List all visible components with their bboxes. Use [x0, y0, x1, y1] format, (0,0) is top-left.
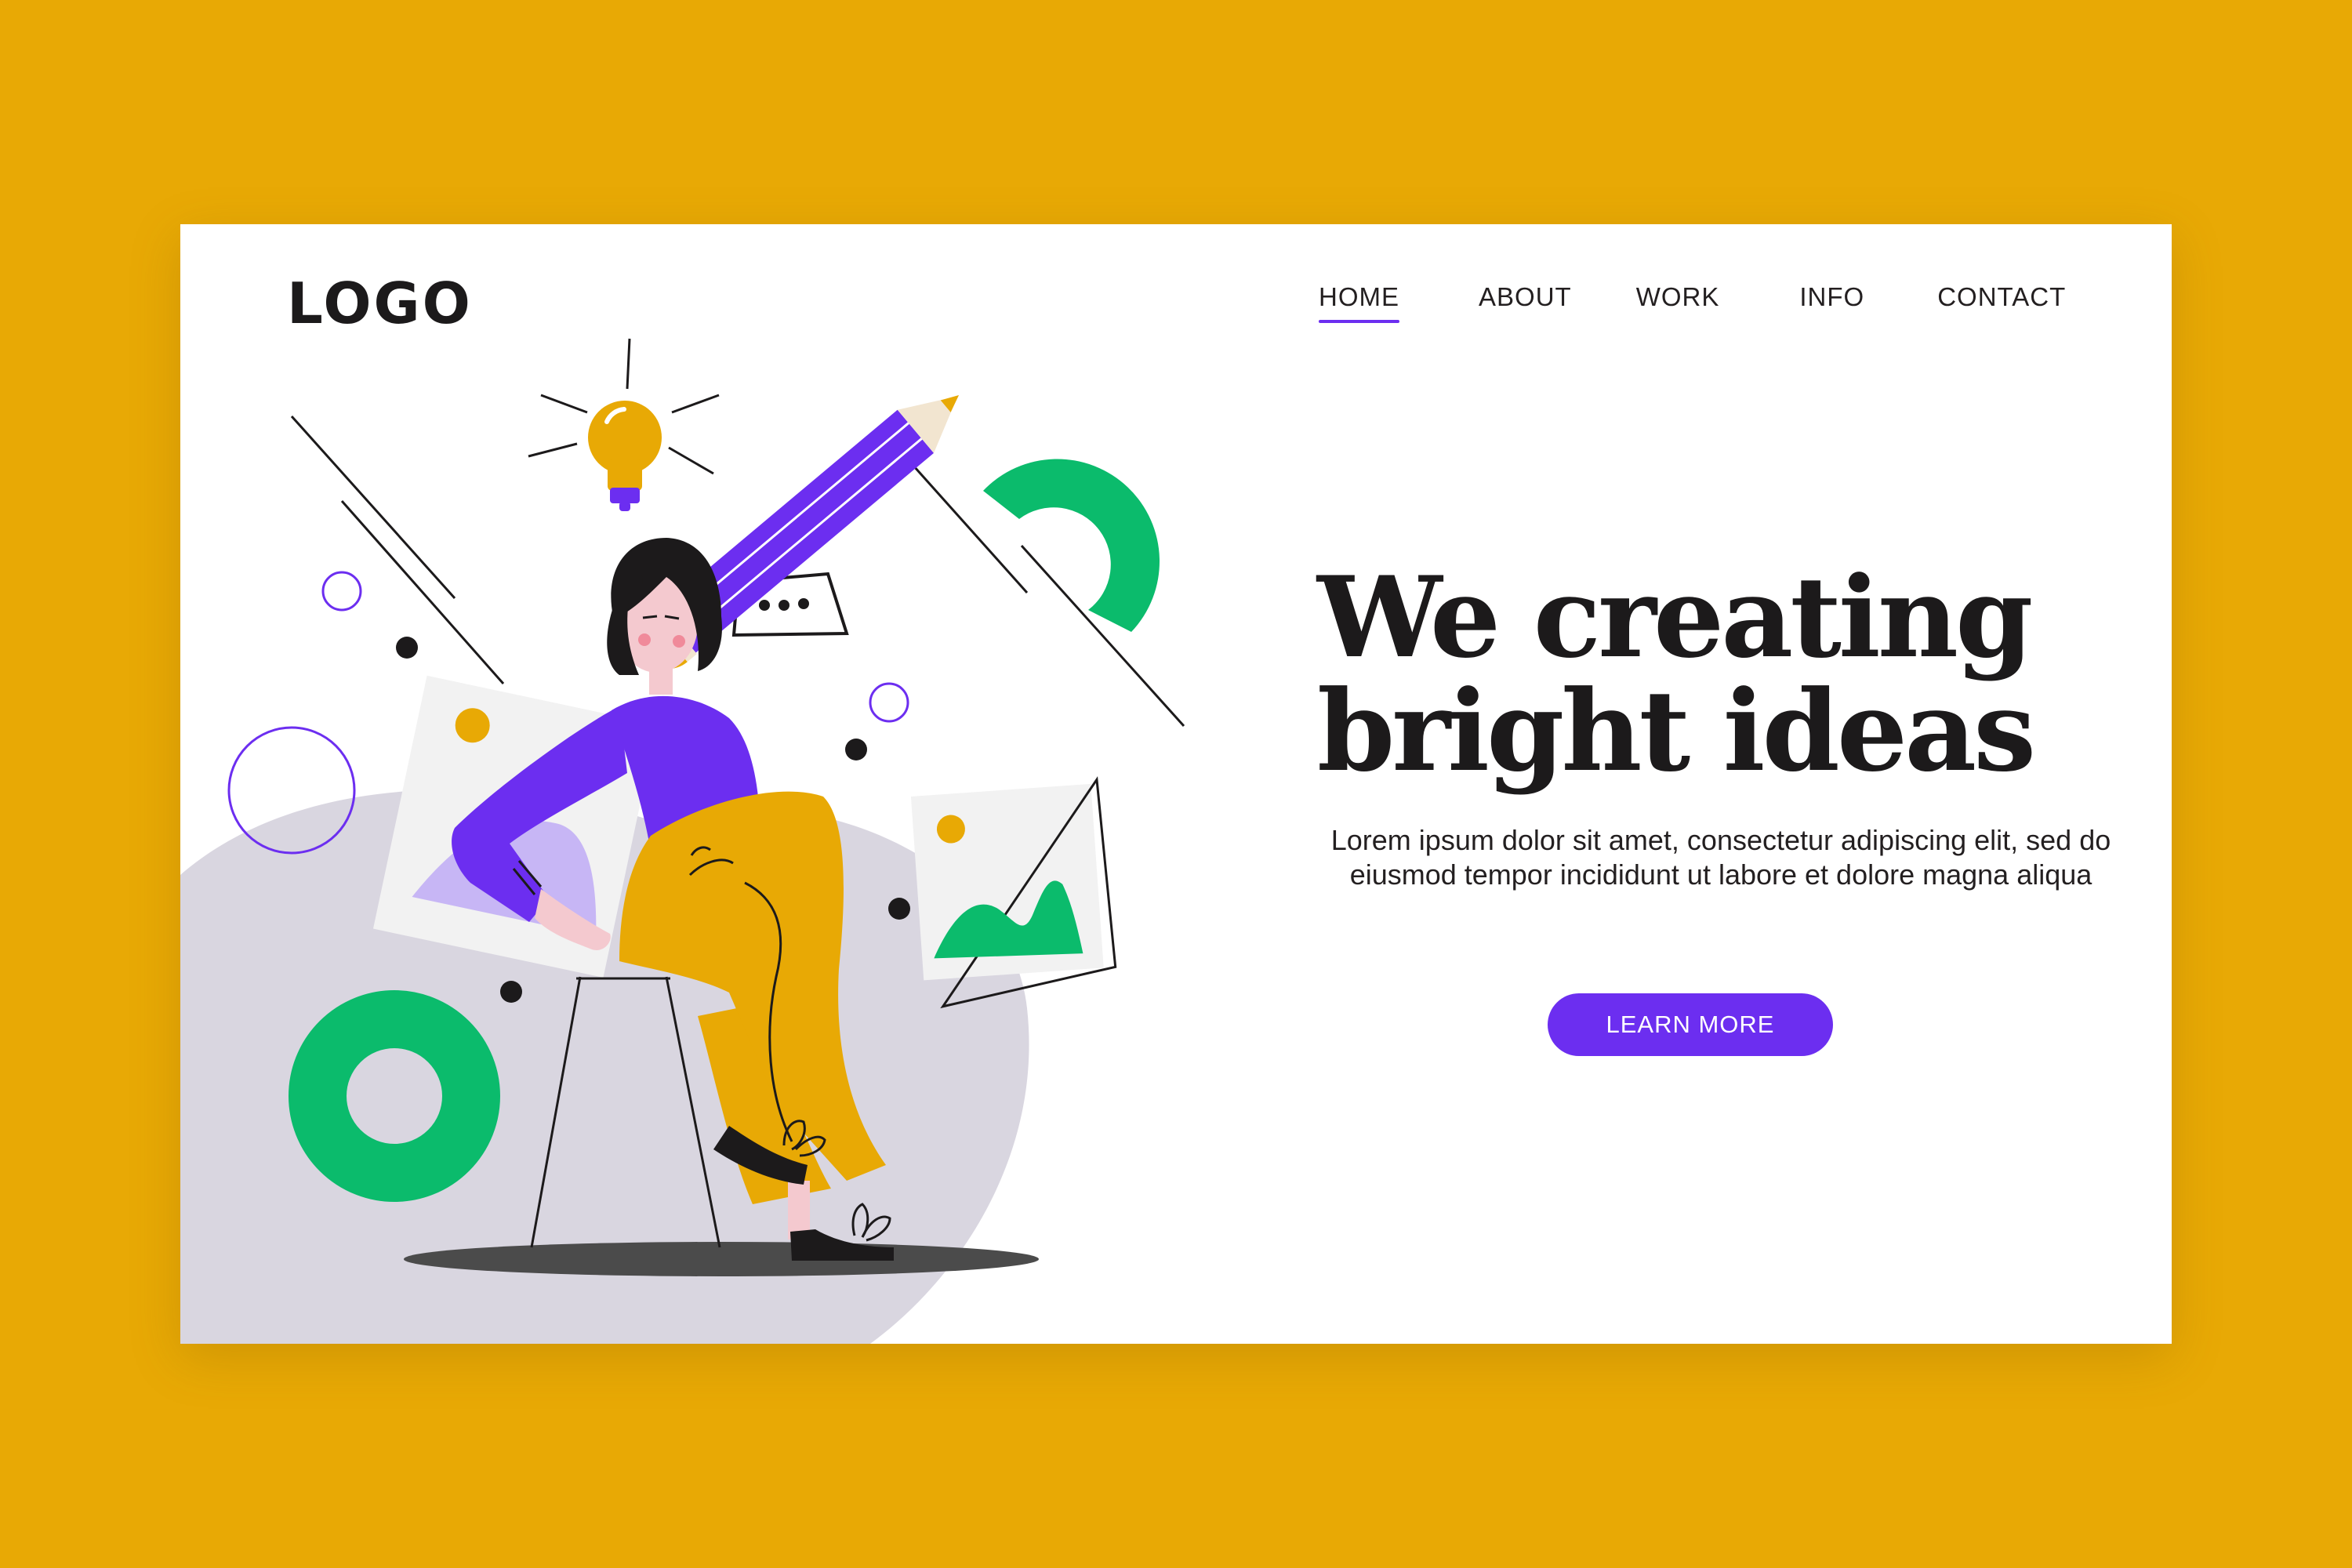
hero-headline-line: bright ideas: [1317, 666, 2036, 797]
nav-about-link[interactable]: ABOUT: [1479, 282, 1572, 323]
dot: [845, 739, 867, 760]
learn-more-button[interactable]: LEARN MORE: [1548, 993, 1833, 1056]
nav-info-link[interactable]: INFO: [1799, 282, 1864, 323]
dot: [396, 637, 418, 659]
nav-work-link[interactable]: WORK: [1636, 282, 1720, 323]
dot: [500, 981, 522, 1003]
logo[interactable]: LOGO: [287, 270, 473, 337]
image-frame-icon: [910, 776, 1117, 1009]
hero-description: Lorem ipsum dolor sit amet, consectetur …: [1330, 824, 2111, 891]
outline-circle: [869, 682, 909, 723]
nav-contact-link[interactable]: CONTACT: [1937, 282, 2066, 323]
hero-illustration: [180, 338, 1185, 1344]
outline-circle: [321, 571, 362, 612]
hero-headline: We creating bright ideas: [1317, 561, 2109, 789]
landing-card: LOGO HOME ABOUT WORK INFO CONTACT We cre…: [180, 224, 2172, 1344]
green-arc-icon: [983, 459, 1160, 632]
main-nav: HOME ABOUT WORK INFO CONTACT: [1319, 282, 2066, 323]
nav-home-link[interactable]: HOME: [1319, 282, 1399, 323]
floor-shadow: [404, 1242, 1039, 1276]
lightbulb-icon: [528, 338, 720, 511]
dot: [888, 898, 910, 920]
hero-headline-line: We creating: [1317, 553, 2033, 683]
